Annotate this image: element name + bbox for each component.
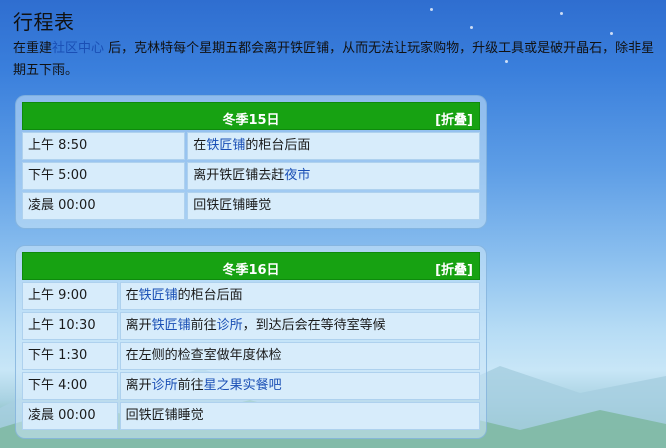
activity-text: 在: [193, 138, 207, 153]
table-row: 上午 10:30 离开铁匠铺前往诊所，到达后会在等待室等候: [22, 312, 480, 340]
time-cell: 上午 10:30: [22, 312, 118, 340]
night-market-link[interactable]: 夜市: [284, 168, 310, 183]
table-row: 下午 5:00 离开铁匠铺去赶夜市: [22, 162, 480, 190]
activity-cell: 在铁匠铺的柜台后面: [187, 132, 480, 160]
intro-text-2: 后，克林特每个星期五都会离开铁匠铺，从而无法让玩家购物，升级工具或是破开晶石，除…: [13, 41, 655, 78]
activity-text: 在: [125, 288, 139, 303]
intro-text-1: 在重建: [13, 41, 53, 56]
schedule-header: 冬季15日 [折叠]: [22, 102, 480, 130]
time-cell: 上午 9:00: [22, 282, 118, 310]
table-row: 凌晨 00:00 回铁匠铺睡觉: [22, 192, 480, 220]
table-row: 凌晨 00:00 回铁匠铺睡觉: [22, 402, 480, 430]
activity-text: 离开: [125, 318, 152, 333]
time-cell: 凌晨 00:00: [22, 402, 118, 430]
table-row: 上午 8:50 在铁匠铺的柜台后面: [22, 132, 480, 160]
time-cell: 下午 4:00: [22, 372, 118, 400]
activity-cell: 离开诊所前往星之果实餐吧: [119, 372, 480, 400]
clinic-link[interactable]: 诊所: [152, 378, 178, 393]
clinic-link[interactable]: 诊所: [217, 318, 243, 333]
activity-text: 的柜台后面: [245, 138, 311, 153]
activity-text: ，到达后会在等待室等候: [242, 318, 386, 333]
schedule-table-winter-16: 冬季16日 [折叠] 上午 9:00 在铁匠铺的柜台后面 上午 10:30 离开…: [15, 245, 487, 439]
table-row: 上午 9:00 在铁匠铺的柜台后面: [22, 282, 480, 310]
time-cell: 下午 1:30: [22, 342, 118, 370]
page-title: 行程表: [13, 10, 75, 34]
activity-cell: 在铁匠铺的柜台后面: [119, 282, 480, 310]
activity-cell: 离开铁匠铺去赶夜市: [187, 162, 480, 190]
time-cell: 凌晨 00:00: [22, 192, 186, 220]
blacksmith-link[interactable]: 铁匠铺: [139, 288, 178, 303]
blacksmith-link[interactable]: 铁匠铺: [152, 318, 191, 333]
activity-text: 前往: [190, 318, 217, 333]
activity-text: 的柜台后面: [177, 288, 243, 303]
activity-text: 离开铁匠铺去赶: [193, 168, 285, 183]
activity-text: 前往: [177, 378, 204, 393]
community-center-link[interactable]: 社区中心: [52, 41, 104, 56]
schedule-title: 冬季15日: [222, 113, 280, 128]
activity-text: 离开: [125, 378, 152, 393]
stardrop-saloon-link[interactable]: 星之果实餐吧: [204, 378, 282, 393]
table-row: 下午 4:00 离开诊所前往星之果实餐吧: [22, 372, 480, 400]
schedule-header: 冬季16日 [折叠]: [22, 252, 480, 280]
collapse-toggle[interactable]: [折叠]: [435, 259, 473, 278]
time-cell: 下午 5:00: [22, 162, 186, 190]
activity-cell: 回铁匠铺睡觉: [187, 192, 480, 220]
collapse-toggle[interactable]: [折叠]: [435, 109, 473, 128]
blacksmith-link[interactable]: 铁匠铺: [206, 138, 245, 153]
activity-cell: 在左侧的检查室做年度体检: [119, 342, 480, 370]
time-cell: 上午 8:50: [22, 132, 186, 160]
schedule-title: 冬季16日: [222, 263, 280, 278]
activity-cell: 回铁匠铺睡觉: [119, 402, 480, 430]
table-row: 下午 1:30 在左侧的检查室做年度体检: [22, 342, 480, 370]
activity-cell: 离开铁匠铺前往诊所，到达后会在等待室等候: [119, 312, 480, 340]
schedule-table-winter-15: 冬季15日 [折叠] 上午 8:50 在铁匠铺的柜台后面 下午 5:00 离开铁…: [15, 95, 487, 229]
intro-paragraph: 在重建社区中心 后，克林特每个星期五都会离开铁匠铺，从而无法让玩家购物，升级工具…: [13, 38, 663, 82]
